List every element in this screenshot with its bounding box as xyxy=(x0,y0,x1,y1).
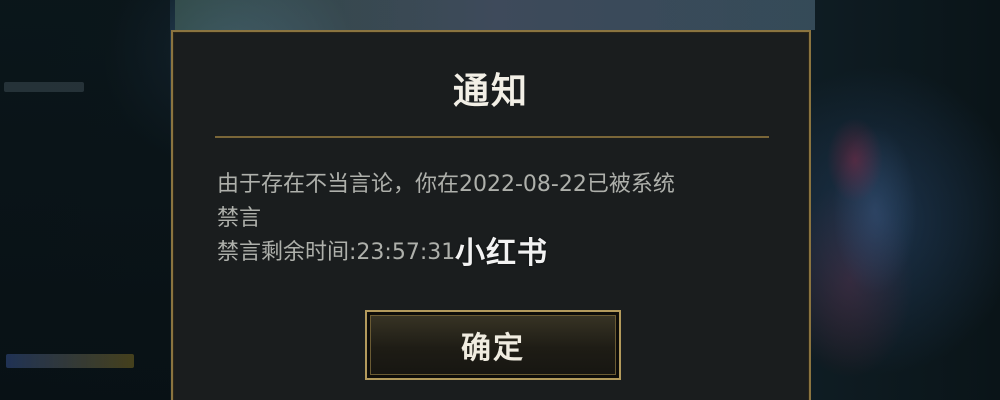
confirm-button-label: 确定 xyxy=(461,331,525,366)
left-side-panel xyxy=(0,0,170,400)
left-panel-status-bar xyxy=(6,354,134,368)
xiaohongshu-watermark: 小红书 xyxy=(455,236,548,271)
background-artwork-top xyxy=(175,0,815,30)
game-background: 通知 由于存在不当言论，你在2022-08-22已被系统 禁言 禁言剩余时间:2… xyxy=(0,0,1000,400)
countdown-label: 禁言剩余时间: xyxy=(217,240,357,265)
title-divider xyxy=(215,136,769,138)
countdown-value: 23:57:31 xyxy=(356,240,456,265)
background-champion-figure xyxy=(815,40,935,340)
notification-dialog: 通知 由于存在不当言论，你在2022-08-22已被系统 禁言 禁言剩余时间:2… xyxy=(171,30,811,400)
message-line-1: 由于存在不当言论，你在2022-08-22已被系统 xyxy=(217,172,675,197)
dialog-title: 通知 xyxy=(452,71,529,112)
confirm-button[interactable]: 确定 xyxy=(365,310,621,380)
left-panel-text-placeholder xyxy=(4,82,84,92)
